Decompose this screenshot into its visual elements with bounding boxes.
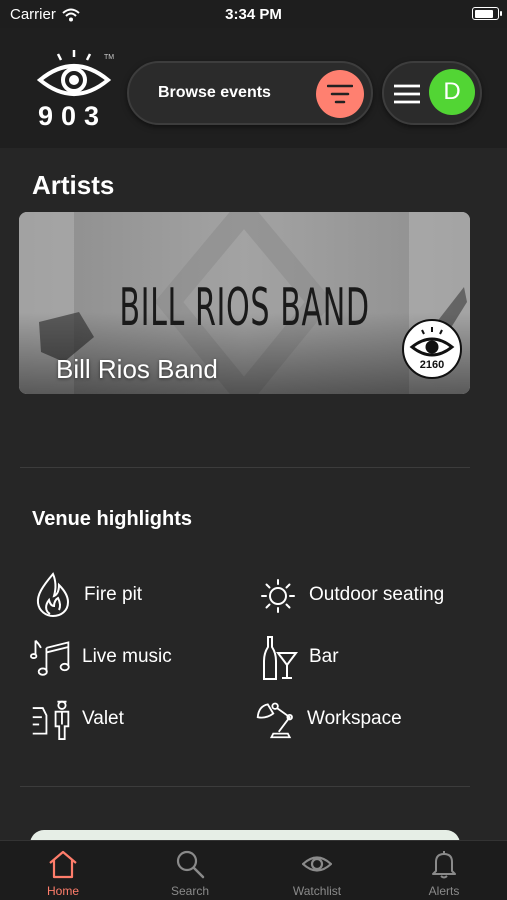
amenity-label: Bar: [309, 646, 339, 667]
artist-eye-badge: 2160: [402, 319, 462, 379]
app-header: 903 TM Browse events D: [0, 28, 507, 148]
filter-icon: [327, 84, 353, 104]
tab-label: Alerts: [428, 884, 460, 898]
amenity-label: Fire pit: [84, 584, 143, 605]
valet-icon: [32, 700, 70, 740]
amenity-live-music: Live music: [30, 632, 172, 682]
band-logo-text: BILL RIOS BAND: [119, 278, 370, 338]
bell-icon: [432, 851, 456, 879]
browse-events-button[interactable]: Browse events: [127, 61, 373, 125]
venue-highlights-heading: Venue highlights: [32, 508, 193, 530]
section-divider: [20, 786, 470, 787]
tab-alerts[interactable]: Alerts: [381, 841, 507, 900]
sun-icon: [261, 579, 295, 613]
amenity-valet: Valet: [30, 694, 124, 744]
amenity-label: Workspace: [307, 708, 402, 729]
filter-button[interactable]: [316, 70, 364, 118]
tab-label: Home: [46, 884, 79, 898]
status-time: 3:34 PM: [225, 6, 282, 23]
cocktail-icon: [263, 636, 298, 680]
tab-search[interactable]: Search: [127, 841, 253, 900]
menu-profile-pill[interactable]: D: [382, 61, 482, 125]
home-icon: [49, 850, 77, 879]
amenity-label: Live music: [82, 646, 172, 667]
browse-events-label: Browse events: [158, 84, 271, 101]
artist-name: Bill Rios Band: [56, 354, 218, 384]
eye-icon: [302, 856, 332, 872]
amenity-bar: Bar: [257, 632, 339, 682]
trademark-mark: TM: [104, 54, 115, 61]
logo-number: 903: [38, 101, 108, 131]
tab-watchlist[interactable]: Watchlist: [254, 841, 380, 900]
tab-label: Search: [170, 884, 210, 898]
amenity-fire-pit: Fire pit: [32, 570, 142, 620]
amenity-outdoor-seating: Outdoor seating: [257, 570, 444, 620]
fire-icon: [36, 572, 70, 618]
desk-lamp-icon: [256, 702, 293, 739]
amenity-label: Outdoor seating: [309, 584, 445, 605]
tab-bar: Home Search Watchlist Alerts: [0, 840, 507, 900]
section-divider: [20, 467, 470, 468]
music-note-icon: [30, 639, 70, 676]
avatar[interactable]: D: [429, 69, 475, 115]
search-icon: [176, 850, 205, 879]
badge-number: 2160: [419, 359, 445, 371]
tab-label: Watchlist: [292, 884, 342, 898]
amenity-label: Valet: [82, 708, 124, 729]
hamburger-icon[interactable]: [393, 83, 421, 105]
status-bar: Carrier 3:34 PM: [0, 0, 507, 28]
battery-icon: [472, 7, 502, 20]
tab-home[interactable]: Home: [0, 841, 126, 900]
amenity-workspace: Workspace: [255, 694, 402, 744]
artists-heading: Artists: [32, 170, 115, 200]
artist-card[interactable]: BILL RIOS BAND Bill Rios Band 2160: [19, 212, 470, 394]
